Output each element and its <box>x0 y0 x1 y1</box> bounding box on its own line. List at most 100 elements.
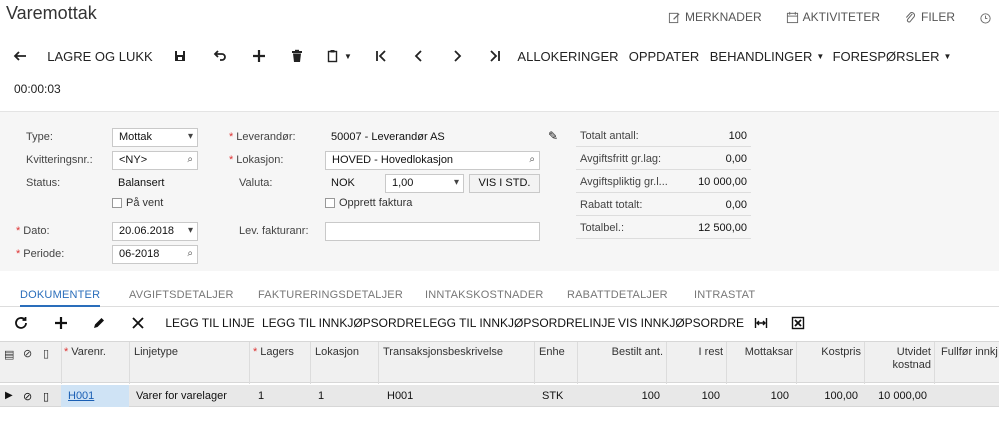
tab-inntakskostnader[interactable]: INNTAKSKOSTNADER <box>425 289 544 301</box>
chevron-down-icon: ▼ <box>943 51 952 61</box>
grid-delete-button[interactable] <box>118 311 158 335</box>
chevron-down-icon: ▾ <box>187 131 193 142</box>
lokasjon-field[interactable]: HOVED - Hovedlokasjon ⌕ <box>325 151 540 170</box>
search-icon[interactable]: ⌕ <box>187 248 193 259</box>
table-row[interactable]: ▶ ⊘ ▯ H001 Varer for varelager 1 1 H001 … <box>0 385 999 407</box>
activities-link[interactable]: AKTIVITETER <box>786 10 880 24</box>
add-po-button[interactable]: LEGG TIL INNKJØPSORDRE <box>262 311 422 335</box>
behandlinger-menu[interactable]: BEHANDLINGER ▼ <box>706 44 828 68</box>
leverandor-value[interactable]: 50007 - Leverandør AS <box>331 131 445 143</box>
cell-mottaksar[interactable]: 100 <box>729 390 789 402</box>
tab-faktureringsdetaljer[interactable]: FAKTURERINGSDETALJER <box>258 289 403 301</box>
save-button[interactable] <box>160 44 200 68</box>
type-select[interactable]: Mottak ▾ <box>112 128 198 147</box>
cell-varenr[interactable]: H001 <box>68 390 94 402</box>
copy-paste-menu[interactable]: ▼ <box>316 44 362 68</box>
tab-dokumenter[interactable]: DOKUMENTER <box>20 289 101 307</box>
add-po-line-button[interactable]: LEGG TIL INNKJØPSORDRELINJE <box>422 311 616 335</box>
add-line-button[interactable]: LEGG TIL LINJE <box>158 311 262 335</box>
save-icon <box>175 51 185 61</box>
grid-add-button[interactable] <box>42 311 80 335</box>
cell-bestilt[interactable]: 100 <box>580 390 660 402</box>
sum-totalt-antall: Totalt antall: 100 <box>576 127 751 147</box>
search-icon[interactable]: ⌕ <box>529 154 535 165</box>
varenr-link[interactable]: H001 <box>68 390 94 402</box>
save-close-button[interactable]: LAGRE OG LUKK <box>40 44 160 68</box>
periode-field[interactable]: 06-2018 ⌕ <box>112 245 198 264</box>
previous-record-button[interactable] <box>400 44 438 68</box>
lev-fakturanr-field[interactable] <box>325 222 540 241</box>
edit-icon[interactable]: ✎ <box>548 129 558 143</box>
export-excel-button[interactable] <box>776 311 820 335</box>
plus-icon <box>55 317 67 329</box>
cell-utvidet[interactable]: 10 000,00 <box>867 390 927 402</box>
col-transaksjon[interactable]: Transaksjonsbeskrivelse <box>383 346 503 358</box>
cell-linjetype[interactable]: Varer for varelager <box>136 390 227 402</box>
refresh-button[interactable] <box>0 311 42 335</box>
last-record-button[interactable] <box>476 44 514 68</box>
paperclip-icon: ⊘ <box>23 348 33 360</box>
leverandor-label: * Leverandør: <box>229 131 296 143</box>
col-kostpris[interactable]: Kostpris <box>799 346 861 358</box>
next-record-button[interactable] <box>438 44 476 68</box>
sum-label: Avgiftspliktig gr.l... <box>580 176 668 188</box>
document-icon[interactable]: ▯ <box>43 390 49 403</box>
page-title: Varemottak <box>6 3 97 23</box>
col-lokasjon[interactable]: Lokasjon <box>315 346 359 358</box>
col-irest[interactable]: I rest <box>669 346 723 358</box>
refresh-icon <box>15 317 27 329</box>
col-enhet[interactable]: Enhe <box>539 346 565 358</box>
files-link[interactable]: FILER <box>904 10 955 24</box>
kvittering-field[interactable]: <NY> ⌕ <box>112 151 198 170</box>
sum-value: 12 500,00 <box>698 222 747 234</box>
periode-label-text: Periode: <box>23 248 65 260</box>
dato-field[interactable]: 20.06.2018 ▾ <box>112 222 198 241</box>
dato-label: * Dato: <box>16 225 50 237</box>
cell-lagers[interactable]: 1 <box>258 390 264 402</box>
col-linjetype[interactable]: Linjetype <box>134 346 178 358</box>
tab-rabattdetaljer[interactable]: RABATTDETALJER <box>567 289 668 301</box>
cell-kostpris[interactable]: 100,00 <box>799 390 858 402</box>
col-bestilt[interactable]: Bestilt ant. <box>580 346 663 358</box>
last-icon <box>490 50 500 62</box>
reminder-link[interactable] <box>979 10 999 24</box>
sum-label: Totalt antall: <box>580 130 639 142</box>
sum-value: 10 000,00 <box>698 176 747 188</box>
kurs-field[interactable]: 1,00 ▾ <box>385 174 464 193</box>
grid-edit-button[interactable] <box>80 311 118 335</box>
tab-intrastat[interactable]: INTRASTAT <box>694 289 755 301</box>
tab-avgiftsdetaljer[interactable]: AVGIFTSDETALJER <box>129 289 234 301</box>
notes-link[interactable]: MERKNADER <box>668 10 762 24</box>
search-icon[interactable]: ⌕ <box>187 154 193 165</box>
undo-button[interactable] <box>200 44 240 68</box>
col-varenr[interactable]: * Varenr. <box>64 346 106 358</box>
fit-columns-button[interactable] <box>746 311 776 335</box>
vis-i-std-button[interactable]: VIS I STD. <box>469 174 540 193</box>
row-indicator-icon: ▶ <box>5 390 13 401</box>
col-fullfor[interactable]: Fullfør innkj <box>941 346 998 358</box>
allokeringer-button[interactable]: ALLOKERINGER <box>514 44 622 68</box>
add-button[interactable] <box>240 44 278 68</box>
view-po-button[interactable]: VIS INNKJØPSORDRE <box>616 311 746 335</box>
top-links: MERKNADER AKTIVITETER FILER <box>668 10 999 24</box>
opprett-faktura-checkbox[interactable]: Opprett faktura <box>325 197 412 209</box>
back-button[interactable] <box>0 44 40 68</box>
cell-lokasjon[interactable]: 1 <box>318 390 324 402</box>
first-record-button[interactable] <box>362 44 400 68</box>
trash-icon <box>292 49 302 62</box>
oppdater-button[interactable]: OPPDATER <box>622 44 706 68</box>
cell-irest[interactable]: 100 <box>669 390 720 402</box>
note-icon <box>668 12 680 23</box>
delete-button[interactable] <box>278 44 316 68</box>
col-utvidet[interactable]: Utvidet kostnad <box>867 346 931 372</box>
lokasjon-label-text: Lokasjon: <box>236 154 284 166</box>
cell-enhet[interactable]: STK <box>542 390 563 402</box>
kvittering-label: Kvitteringsnr.: <box>26 154 93 166</box>
col-mottaksar[interactable]: Mottaksar <box>729 346 793 358</box>
paperclip-icon[interactable]: ⊘ <box>23 390 32 403</box>
cell-transaksjon[interactable]: H001 <box>387 390 413 402</box>
pa-vent-checkbox[interactable]: På vent <box>112 197 163 209</box>
foresporsler-menu[interactable]: FORESPØRSLER ▼ <box>828 44 956 68</box>
col-lagers[interactable]: * Lagers <box>253 346 294 358</box>
close-icon <box>132 317 144 329</box>
